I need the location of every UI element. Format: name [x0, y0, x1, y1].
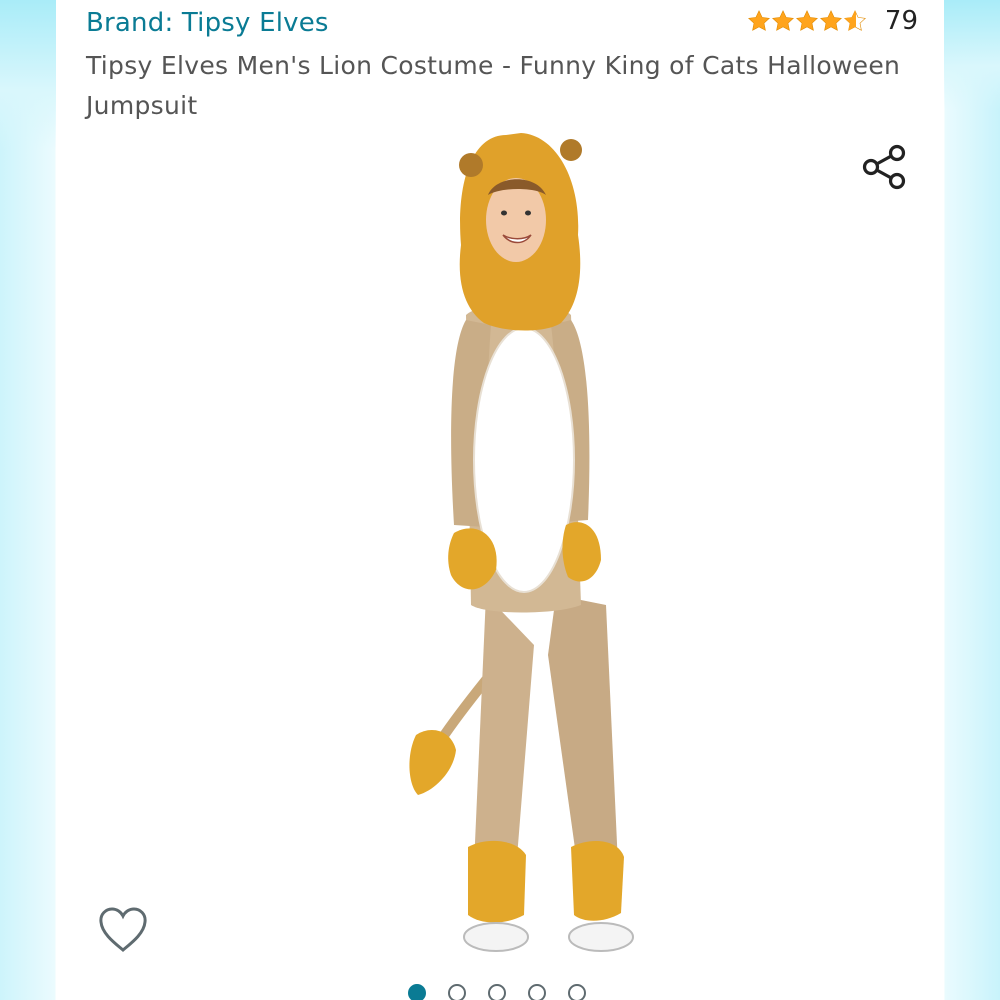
carousel-dot-4[interactable] [528, 984, 546, 1000]
product-title: Tipsy Elves Men's Lion Costume - Funny K… [86, 51, 901, 120]
brand-link[interactable]: Brand: Tipsy Elves [86, 8, 329, 38]
product-image-lion-costume[interactable] [356, 125, 656, 970]
carousel-dot-5[interactable] [568, 984, 586, 1000]
star-rating [747, 9, 867, 33]
share-icon[interactable] [860, 142, 910, 192]
left-gradient-edge [0, 0, 56, 150]
carousel-dot-3[interactable] [488, 984, 506, 1000]
half-star-icon [843, 10, 866, 31]
star-icon [771, 10, 794, 31]
heart-outline-icon[interactable] [96, 904, 150, 956]
rating-count: 79 [884, 6, 918, 36]
star-icon [819, 10, 842, 31]
carousel-dot-2[interactable] [448, 984, 466, 1000]
right-gradient-edge [944, 0, 1000, 110]
star-icon [795, 10, 818, 31]
carousel-dot-1[interactable] [408, 984, 426, 1000]
star-icon [747, 10, 770, 31]
rating-summary[interactable]: 79 [747, 6, 918, 36]
image-carousel-indicator [408, 984, 586, 1000]
product-card: Brand: Tipsy Elves 79 Tipsy Elves Men's … [56, 0, 944, 1000]
